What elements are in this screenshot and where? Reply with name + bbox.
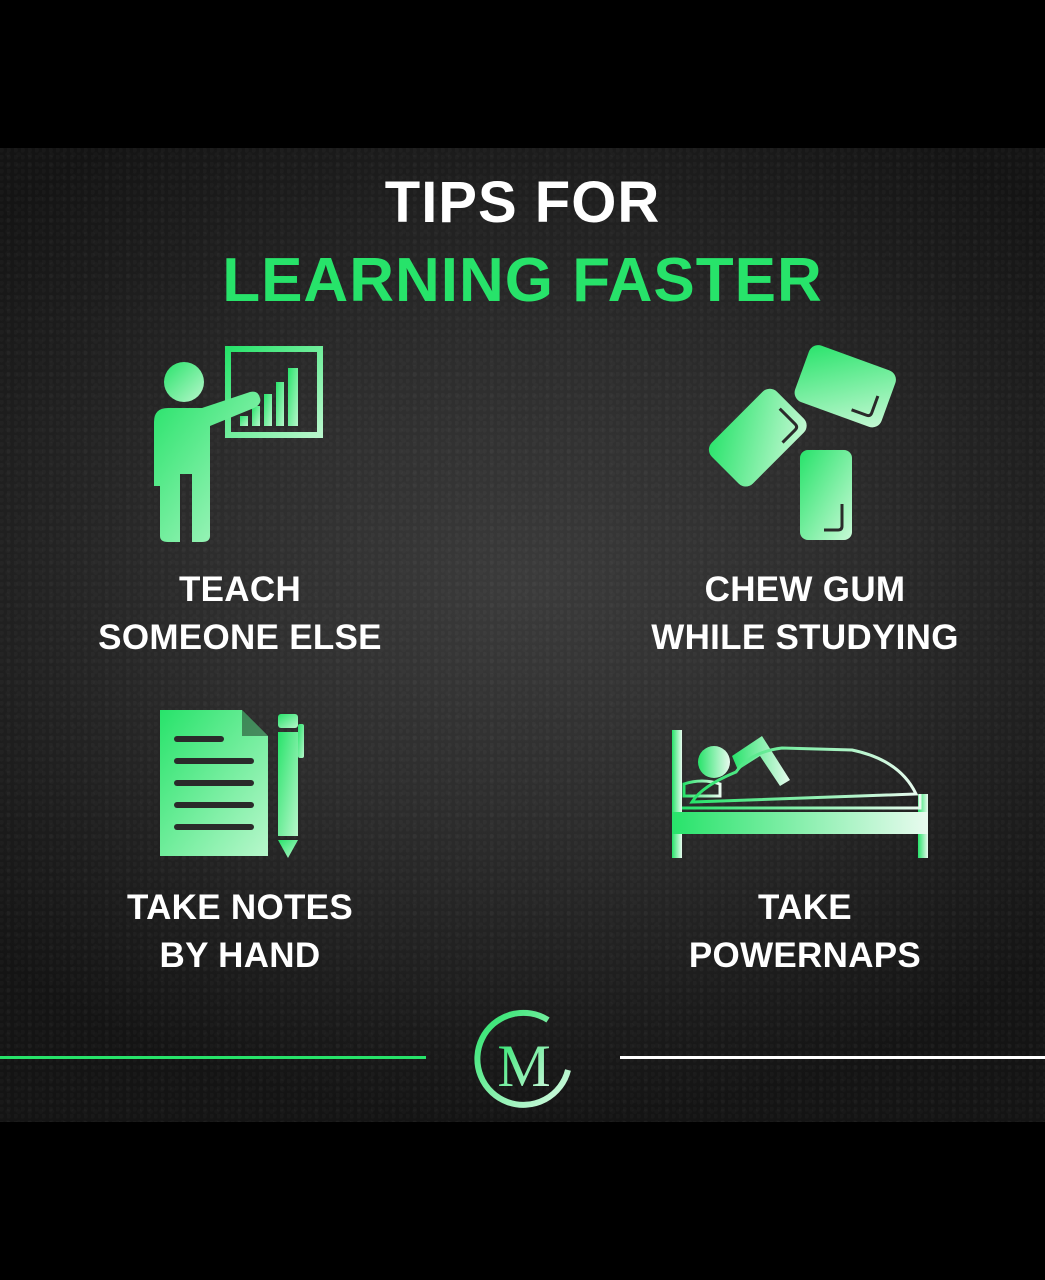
tip-line-1: TEACH <box>178 570 302 609</box>
chewing-gum-icon <box>708 345 896 540</box>
tip-line-1: CHEW GUM <box>704 570 906 609</box>
notes-pen-icon <box>160 710 304 858</box>
footer-rule-left <box>0 1056 426 1059</box>
teacher-presentation-icon <box>154 346 323 542</box>
footer-rule-right <box>620 1056 1045 1059</box>
page-frame: TIPS FOR LEARNING FASTER TEACH SOMEONE E… <box>0 0 1045 1280</box>
title-line-1: TIPS FOR <box>384 170 661 235</box>
tip-line-1: TAKE NOTES <box>127 888 353 927</box>
logo-letter: M <box>497 1033 550 1099</box>
tip-caption-teach: TEACH SOMEONE ELSE <box>40 566 440 662</box>
tip-line-2: BY HAND <box>159 936 321 975</box>
infographic-poster: TIPS FOR LEARNING FASTER TEACH SOMEONE E… <box>0 148 1045 1122</box>
tip-line-2: POWERNAPS <box>688 936 922 975</box>
title-line-2: LEARNING FASTER <box>222 246 823 315</box>
sleeping-bed-icon <box>672 730 928 858</box>
tip-caption-powernaps: TAKE POWERNAPS <box>600 884 1010 980</box>
tip-line-2: WHILE STUDYING <box>651 618 959 657</box>
tip-caption-chew-gum: CHEW GUM WHILE STUDYING <box>600 566 1010 662</box>
tip-line-1: TAKE <box>758 888 852 927</box>
tip-caption-notes: TAKE NOTES BY HAND <box>40 884 440 980</box>
tip-line-2: SOMEONE ELSE <box>98 618 382 657</box>
m-brand-logo: M <box>470 1009 580 1108</box>
